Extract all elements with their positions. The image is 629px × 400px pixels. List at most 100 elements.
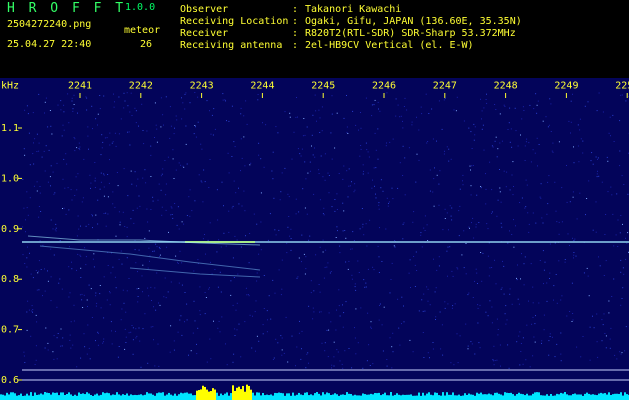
noise-dot	[449, 246, 451, 248]
noise-dot	[124, 226, 126, 227]
noise-dot	[232, 257, 234, 259]
noise-dot	[450, 215, 452, 217]
noise-dot	[150, 286, 152, 288]
power-sample	[312, 395, 314, 400]
power-sample	[394, 394, 396, 400]
noise-dot	[116, 172, 118, 173]
noise-dot	[605, 214, 607, 215]
power-sample	[184, 392, 186, 400]
noise-dot	[438, 256, 440, 258]
noise-dot	[495, 136, 497, 138]
power-sample	[460, 395, 462, 400]
noise-dot	[245, 287, 247, 289]
noise-dot	[31, 305, 33, 307]
noise-dot	[345, 237, 347, 239]
noise-dot	[296, 346, 298, 348]
noise-dot	[92, 258, 94, 260]
noise-dot	[553, 299, 554, 301]
noise-dot	[319, 246, 321, 248]
power-sample	[114, 394, 116, 400]
noise-dot	[397, 187, 399, 189]
noise-dot	[468, 226, 470, 228]
noise-dot	[200, 180, 202, 182]
noise-dot	[459, 335, 461, 337]
noise-dot	[251, 347, 253, 349]
noise-dot	[72, 108, 74, 110]
noise-dot	[459, 205, 461, 207]
noise-dot	[32, 311, 33, 313]
noise-dot	[576, 218, 578, 220]
noise-dot	[29, 164, 31, 166]
power-sample	[578, 394, 580, 400]
noise-dot	[377, 245, 379, 247]
power-sample	[464, 393, 466, 400]
noise-dot	[570, 132, 571, 134]
power-sample	[126, 393, 128, 400]
noise-dot	[582, 336, 584, 337]
noise-dot	[97, 124, 98, 126]
power-sample	[552, 395, 554, 400]
noise-dot	[157, 343, 159, 345]
noise-dot	[523, 110, 525, 111]
noise-dot	[112, 191, 114, 193]
noise-dot	[120, 250, 122, 252]
noise-dot	[503, 265, 505, 267]
noise-dot	[397, 298, 399, 300]
power-sample	[244, 391, 246, 400]
noise-dot	[303, 118, 305, 119]
noise-dot	[142, 291, 143, 293]
noise-dot	[94, 187, 96, 188]
noise-dot	[232, 304, 234, 306]
noise-dot	[315, 254, 317, 256]
power-sample	[308, 395, 310, 400]
x-tick-label: 2249	[554, 80, 578, 91]
noise-dot	[189, 189, 191, 191]
noise-dot	[75, 176, 77, 178]
power-sample	[108, 393, 110, 400]
noise-dot	[324, 342, 326, 344]
noise-dot	[90, 288, 92, 290]
noise-dot	[547, 126, 549, 128]
noise-dot	[620, 271, 622, 273]
noise-dot	[475, 223, 477, 225]
power-sample	[66, 393, 68, 400]
noise-dot	[310, 280, 312, 282]
noise-dot	[390, 279, 392, 280]
noise-dot	[320, 155, 322, 157]
noise-dot	[539, 196, 541, 198]
noise-dot	[591, 152, 593, 154]
noise-dot	[50, 165, 52, 167]
power-sample	[514, 395, 516, 400]
noise-dot	[515, 130, 517, 132]
noise-dot	[468, 292, 470, 294]
x-tick-label: 2247	[433, 80, 457, 91]
noise-dot	[494, 259, 495, 261]
noise-dot	[36, 133, 38, 135]
power-sample	[574, 393, 576, 400]
noise-dot	[623, 273, 625, 275]
noise-dot	[91, 214, 93, 216]
noise-dot	[135, 328, 137, 330]
noise-dot	[84, 247, 86, 249]
noise-dot	[107, 265, 109, 266]
power-sample	[378, 392, 380, 400]
noise-dot	[497, 199, 499, 201]
noise-dot	[378, 256, 380, 258]
y-tick-label: 1.0	[1, 173, 19, 184]
noise-dot	[574, 238, 576, 240]
noise-dot	[526, 324, 528, 326]
noise-dot	[209, 110, 210, 112]
power-sample	[336, 394, 338, 400]
noise-dot	[289, 116, 291, 118]
noise-dot	[399, 162, 401, 164]
noise-dot	[539, 260, 541, 261]
noise-dot	[477, 307, 479, 309]
noise-dot	[195, 136, 197, 138]
noise-dot	[404, 97, 406, 99]
noise-dot	[492, 146, 494, 148]
noise-dot	[95, 295, 97, 297]
noise-dot	[154, 137, 155, 138]
noise-dot	[165, 183, 167, 185]
noise-dot	[277, 132, 279, 134]
noise-dot	[611, 194, 613, 196]
